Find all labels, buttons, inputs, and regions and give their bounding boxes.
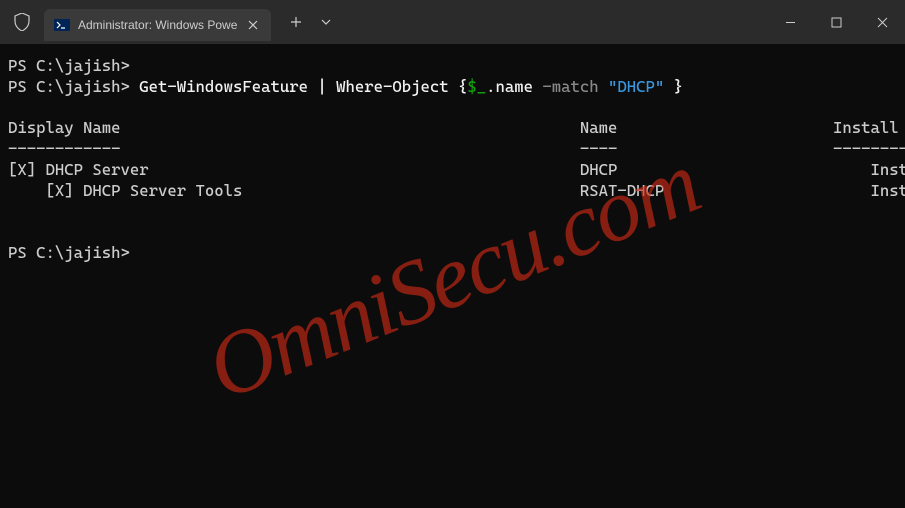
table-row: [X] DHCP Server Tools RSAT-DHCP Installe… — [8, 181, 897, 202]
tab-powershell[interactable]: Administrator: Windows Powe — [44, 9, 271, 41]
table-row: [X] DHCP Server DHCP Installed — [8, 160, 897, 181]
powershell-icon — [54, 17, 70, 33]
col-install-state: Install State — [833, 118, 905, 137]
prompt-line-3: PS C:\jajish> — [8, 243, 130, 262]
tab-close-button[interactable] — [245, 17, 261, 33]
table-header: Display Name Name Install State — [8, 118, 897, 139]
table-divider: ------------ ---- ------------- — [8, 139, 897, 160]
new-tab-button[interactable] — [281, 7, 311, 37]
window-controls — [767, 0, 905, 44]
terminal-content[interactable]: PS C:\jajish> PS C:\jajish> Get-WindowsF… — [0, 44, 905, 508]
title-bar: Administrator: Windows Powe — [0, 0, 905, 44]
minimize-button[interactable] — [767, 0, 813, 44]
maximize-button[interactable] — [813, 0, 859, 44]
col-display-name: Display Name — [8, 118, 580, 137]
tab-dropdown-button[interactable] — [311, 7, 341, 37]
col-name: Name — [580, 118, 833, 137]
tab-title: Administrator: Windows Powe — [78, 18, 237, 32]
prompt-line-1: PS C:\jajish> — [8, 56, 130, 75]
shield-icon — [12, 12, 32, 32]
command-line: PS C:\jajish> Get-WindowsFeature | Where… — [8, 77, 897, 98]
close-button[interactable] — [859, 0, 905, 44]
